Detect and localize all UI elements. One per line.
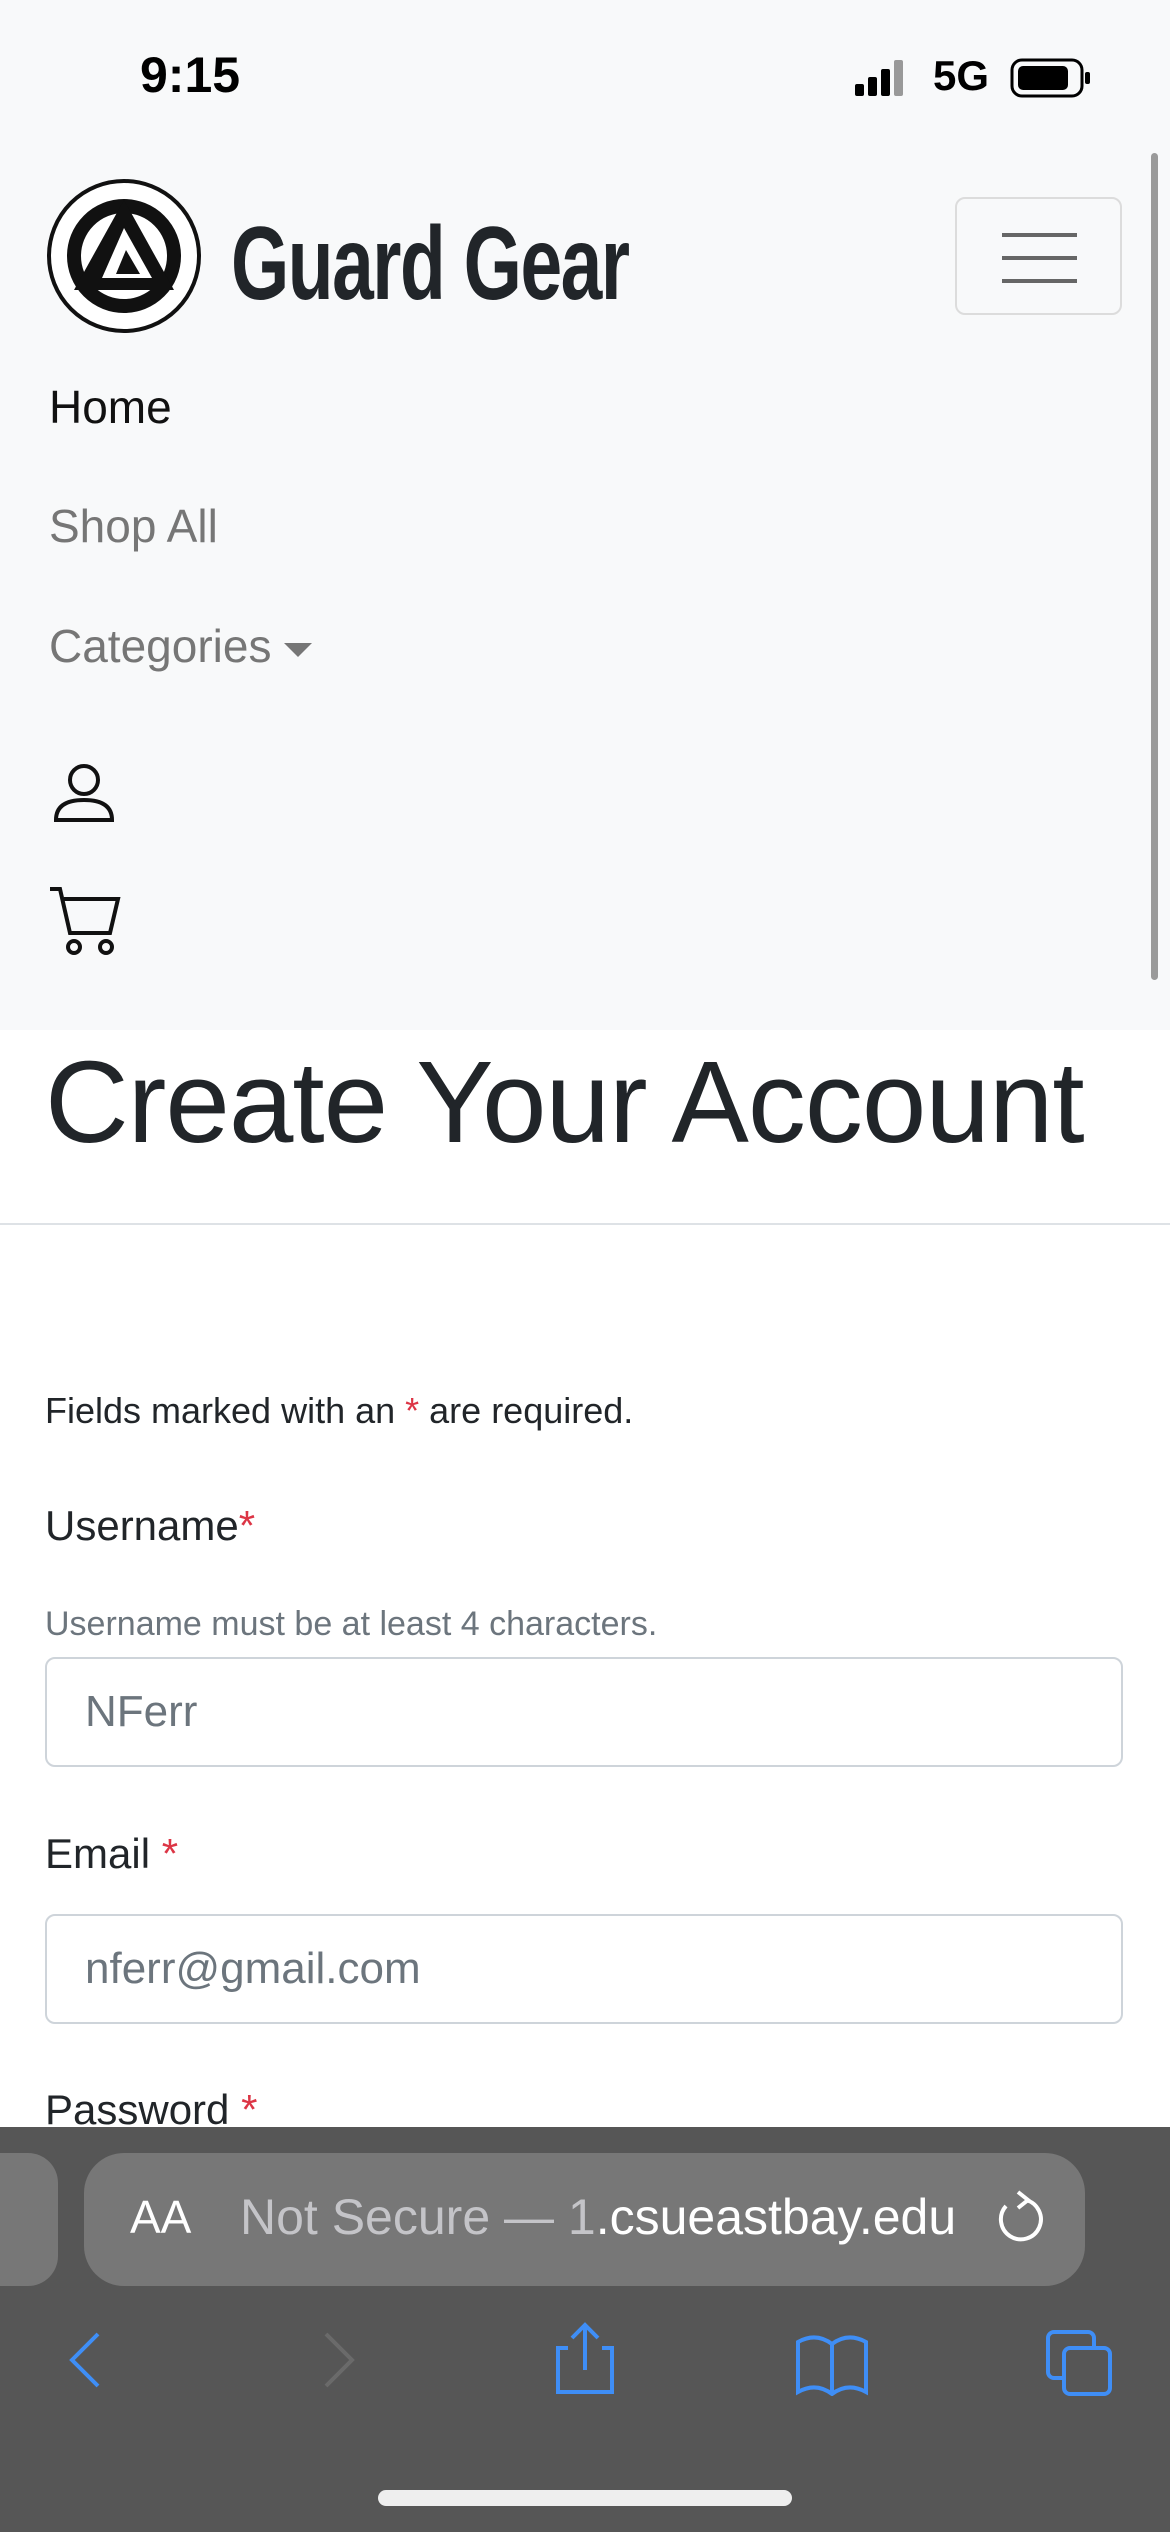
previous-tab-pill[interactable] [0, 2153, 58, 2286]
username-input[interactable]: NFerr [45, 1657, 1123, 1767]
nav-link-shop-all[interactable]: Shop All [49, 499, 218, 553]
reload-icon[interactable] [990, 2190, 1050, 2255]
username-help: Username must be at least 4 characters. [45, 1605, 658, 1643]
share-icon[interactable] [552, 2322, 618, 2401]
nav-link-home[interactable]: Home [49, 380, 172, 434]
status-time: 9:15 [140, 47, 241, 103]
brand-logo[interactable] [46, 178, 202, 339]
cart-icon[interactable] [48, 885, 122, 962]
username-label: Username* [45, 1502, 256, 1549]
categories-label: Categories [49, 620, 272, 672]
account-icon[interactable] [52, 760, 116, 829]
text-size-button[interactable]: AA [130, 2190, 191, 2244]
page-scrollbar[interactable] [1151, 153, 1158, 980]
forward-icon[interactable] [320, 2330, 360, 2395]
divider [0, 1223, 1170, 1225]
home-indicator [378, 2490, 792, 2506]
caret-down-icon [284, 642, 313, 657]
brand-name[interactable]: Guard Gear [231, 205, 630, 324]
nav-link-categories[interactable]: Categories [49, 619, 313, 673]
signal-icon [855, 60, 915, 101]
navbar-toggler-button[interactable] [955, 197, 1122, 315]
page-title: Create Your Account [45, 1037, 1085, 1167]
required-note: Fields marked with an * are required. [45, 1390, 634, 1431]
network-label: 5G [933, 52, 990, 99]
url-text[interactable]: Not Secure — 1.csueastbay.edu [240, 2188, 956, 2246]
email-input[interactable]: nferr@gmail.com [45, 1914, 1123, 2024]
tabs-icon[interactable] [1044, 2328, 1116, 2403]
back-icon[interactable] [64, 2330, 104, 2395]
email-label: Email * [45, 1830, 179, 1877]
battery-icon [1010, 58, 1092, 103]
bookmarks-icon[interactable] [794, 2332, 870, 2401]
